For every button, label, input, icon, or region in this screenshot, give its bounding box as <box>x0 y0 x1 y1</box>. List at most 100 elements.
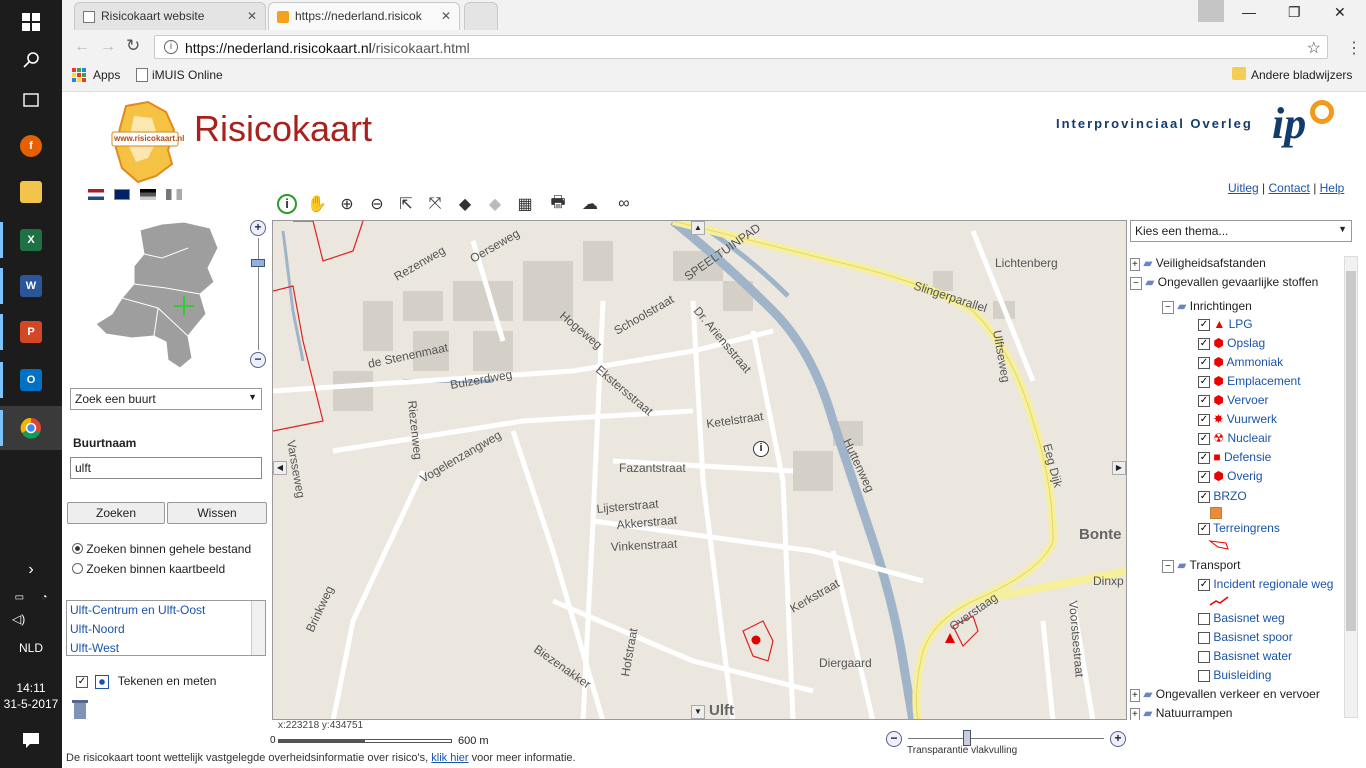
layer-buisleiding[interactable]: Buisleiding <box>1198 668 1271 682</box>
language-indicator[interactable]: NLD <box>0 636 62 660</box>
tree-ongevallen[interactable]: − ▰ Ongevallen gevaarlijke stoffen <box>1130 275 1318 290</box>
list-item[interactable]: Ulft-West <box>67 639 265 655</box>
bookmark-imuis[interactable]: iMUIS Online <box>152 68 223 82</box>
powerpoint-icon[interactable]: P <box>0 310 62 354</box>
list-item[interactable]: Ulft-Noord <box>67 620 265 639</box>
flag-uk-icon[interactable] <box>114 189 130 200</box>
chrome-icon[interactable] <box>0 406 62 450</box>
layer-nucleair[interactable]: ✓ ☢ Nucleair <box>1198 431 1271 445</box>
file-explorer-icon[interactable] <box>0 170 62 214</box>
outlook-icon[interactable]: O <box>0 358 62 402</box>
draw-measure-toggle[interactable]: ✓ Tekenen en meten <box>76 674 216 689</box>
previous-extent-icon[interactable]: ◆ <box>453 192 477 216</box>
layer-lpg[interactable]: ✓ ▲ LPG <box>1198 317 1253 331</box>
layer-basisweg[interactable]: Basisnet weg <box>1198 611 1285 625</box>
tab-risicokaart-website[interactable]: Risicokaart website ✕ <box>74 2 266 30</box>
zoom-in-tool-icon[interactable]: ⊕ <box>335 192 359 216</box>
list-item[interactable]: Ulft-Centrum en Ulft-Oost <box>67 601 265 620</box>
layer-terreingrens[interactable]: ✓ Terreingrens <box>1198 521 1280 535</box>
select-area-icon[interactable]: ▦ <box>513 192 537 216</box>
bookmark-apps[interactable]: Apps <box>93 68 120 82</box>
full-extent-icon[interactable]: ⤧ <box>423 192 447 216</box>
menu-icon[interactable]: ⋮ <box>1346 38 1362 58</box>
radio-map-extent[interactable]: Zoeken binnen kaartbeeld <box>72 562 225 576</box>
zoom-box-icon[interactable]: ⇱ <box>394 192 418 216</box>
close-icon[interactable]: ✕ <box>247 9 257 23</box>
pan-up-button[interactable]: ▲ <box>691 221 705 235</box>
tab-risicokaart-map[interactable]: https://nederland.risicok ✕ <box>268 2 460 30</box>
flag-fr-icon[interactable] <box>166 189 182 200</box>
word-icon[interactable]: W <box>0 264 62 308</box>
cloud-icon[interactable]: ☁ <box>578 192 602 216</box>
tree-transport[interactable]: − ▰ Transport <box>1162 558 1240 573</box>
bookmark-star-icon[interactable]: ☆ <box>1307 38 1321 58</box>
buurtnaam-input[interactable]: ulft <box>70 457 262 479</box>
radio-whole-dataset[interactable]: Zoeken binnen gehele bestand <box>72 542 251 556</box>
excel-icon[interactable]: X <box>0 218 62 262</box>
pan-down-button[interactable]: ▼ <box>691 705 705 719</box>
layer-vervoer[interactable]: ✓ ⬢ Vervoer <box>1198 393 1269 407</box>
layer-basiswater[interactable]: Basisnet water <box>1198 649 1292 663</box>
wifi-icon[interactable]: ◔ <box>41 592 47 603</box>
reload-icon[interactable]: ↻ <box>126 36 140 56</box>
uitleg-link[interactable]: Uitleg <box>1228 181 1259 195</box>
search-icon[interactable] <box>0 38 62 82</box>
layer-overig[interactable]: ✓ ⬢ Overig <box>1198 469 1263 483</box>
zoom-out-tool-icon[interactable]: ⊖ <box>365 192 389 216</box>
tree-natuur[interactable]: + ▰ Natuurrampen <box>1130 706 1232 720</box>
profile-icon[interactable] <box>1198 0 1224 22</box>
address-bar[interactable]: i https://nederland.risicokaart.nl/risic… <box>154 35 1328 59</box>
transparency-increase-button[interactable]: + <box>1110 731 1126 747</box>
trash-icon[interactable] <box>70 698 90 720</box>
footer-link[interactable]: klik hier <box>431 752 468 764</box>
transparency-decrease-button[interactable]: − <box>886 731 902 747</box>
search-button[interactable]: Zoeken <box>67 502 165 524</box>
zoom-out-button[interactable]: − <box>250 352 266 368</box>
back-icon[interactable]: ← <box>74 38 90 56</box>
volume-icon[interactable]: ◁) <box>0 604 62 634</box>
theme-select[interactable]: Kies een thema... ▼ <box>1130 220 1352 242</box>
help-link[interactable]: Help <box>1320 181 1345 195</box>
clear-button[interactable]: Wissen <box>167 502 267 524</box>
close-icon[interactable]: ✕ <box>441 9 451 23</box>
map-canvas[interactable]: Lichtenberg Slingerparallel Ulftseweg SP… <box>273 221 1127 720</box>
info-icon[interactable]: i <box>164 40 178 54</box>
neighbourhood-select[interactable]: Zoek een buurt ▼ <box>70 388 262 410</box>
theme-scrollbar[interactable] <box>1344 256 1358 718</box>
tree-verkeer[interactable]: + ▰ Ongevallen verkeer en vervoer <box>1130 687 1320 702</box>
info-tool-icon[interactable]: i <box>275 192 299 216</box>
forward-icon[interactable]: → <box>100 38 116 56</box>
notifications-icon[interactable] <box>0 720 62 760</box>
pan-right-button[interactable]: ▶ <box>1112 461 1126 475</box>
tree-inrichtingen[interactable]: − ▰ Inrichtingen <box>1162 299 1252 314</box>
bookmark-other[interactable]: Andere bladwijzers <box>1251 68 1352 82</box>
task-view-icon[interactable] <box>0 78 62 122</box>
pan-left-button[interactable]: ◀ <box>273 461 287 475</box>
flag-de-icon[interactable] <box>140 189 156 200</box>
pan-hand-icon[interactable]: ✋ <box>305 192 329 216</box>
transparency-handle[interactable] <box>963 730 971 746</box>
battery-icon[interactable]: ▭ <box>15 592 24 603</box>
maximize-icon[interactable]: ❐ <box>1288 4 1301 21</box>
scrollbar[interactable] <box>251 601 265 655</box>
overview-map[interactable] <box>92 218 222 369</box>
checkbox-icon[interactable]: ✓ <box>76 675 88 688</box>
layer-basisspoor[interactable]: Basisnet spoor <box>1198 630 1293 644</box>
layer-defensie[interactable]: ✓ ■ Defensie <box>1198 450 1271 464</box>
layer-incident[interactable]: ✓ Incident regionale weg <box>1198 577 1333 591</box>
tree-veiligheid[interactable]: + ▰ Veiligheidsafstanden <box>1130 256 1266 271</box>
new-tab-button[interactable] <box>464 2 498 30</box>
layer-brzo[interactable]: ✓ BRZO <box>1198 489 1247 503</box>
clock-date[interactable]: 31-5-2017 <box>0 694 62 714</box>
layer-ammoniak[interactable]: ✓ ⬢ Ammoniak <box>1198 355 1283 369</box>
next-extent-icon[interactable]: ◆ <box>483 192 507 216</box>
contact-link[interactable]: Contact <box>1268 181 1309 195</box>
firefox-icon[interactable]: f <box>0 124 62 168</box>
flag-nl-icon[interactable] <box>88 189 104 200</box>
layer-emplacement[interactable]: ✓ ⬢ Emplacement <box>1198 374 1301 388</box>
zoom-slider-handle[interactable] <box>251 259 265 267</box>
link-icon[interactable]: ∞ <box>609 192 639 216</box>
print-icon[interactable]: 🖶 <box>546 192 570 216</box>
minimize-icon[interactable]: — <box>1242 4 1256 20</box>
layer-opslag[interactable]: ✓ ⬢ Opslag <box>1198 336 1265 350</box>
